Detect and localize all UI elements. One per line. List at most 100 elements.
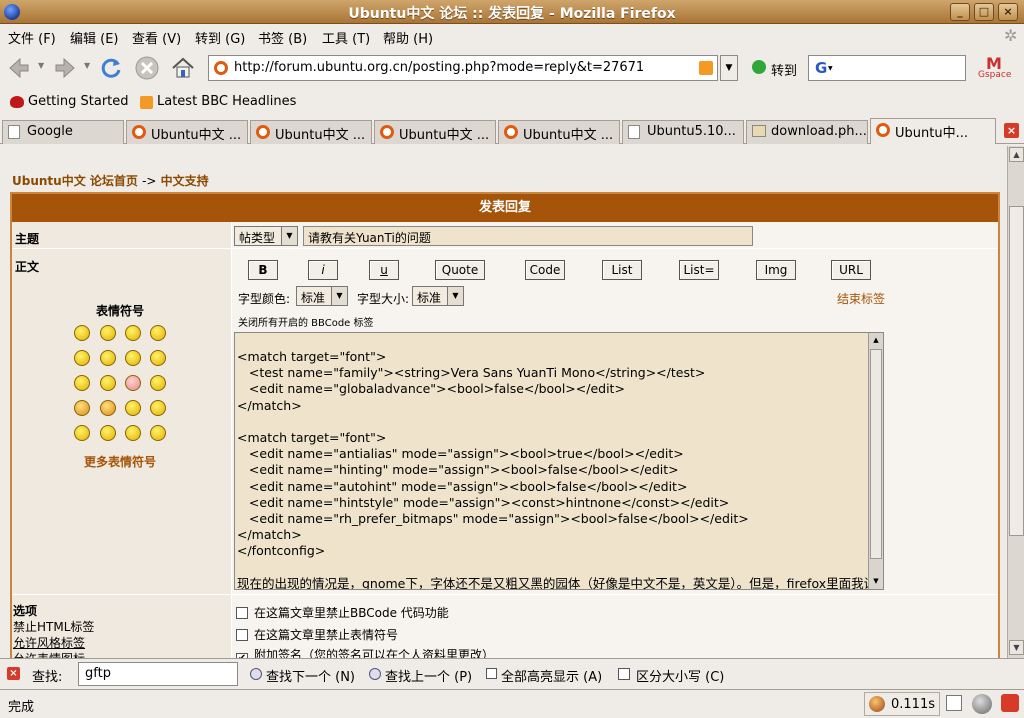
tab-ubuntu-1[interactable]: Ubuntu中文 ... [126,120,248,144]
smiley-icon[interactable] [125,400,141,416]
page-scroll-thumb[interactable] [1009,206,1024,536]
page-scrollbar[interactable]: ▲ ▼ [1007,146,1024,658]
scroll-down-icon[interactable]: ▼ [870,575,882,587]
adblock-icon[interactable] [1001,694,1019,712]
forward-dropdown-icon[interactable]: ▼ [84,61,90,70]
find-previous-button[interactable]: 查找上一个 (P) [385,666,472,685]
fasterfox-icon[interactable] [869,696,885,712]
scroll-down-icon[interactable]: ▼ [1009,640,1024,655]
smiley-icon[interactable] [100,350,116,366]
close-tags-link[interactable]: 结束标签 [837,290,885,307]
smiley-icon[interactable] [100,325,116,341]
message-textarea[interactable]: <match target="font"> <test name="family… [234,332,884,590]
smiley-icon[interactable] [150,375,166,391]
tab-google[interactable]: Google [2,120,124,144]
menu-bookmarks[interactable]: 书签 (B) [258,28,307,47]
image-button[interactable]: Img [756,260,796,280]
smiley-icon[interactable] [150,350,166,366]
smiley-icon[interactable] [74,400,90,416]
close-findbar-icon[interactable]: × [7,667,20,680]
smiley-icon[interactable] [74,350,90,366]
scroll-up-icon[interactable]: ▲ [1009,147,1024,162]
smiley-icon[interactable] [74,325,90,341]
forward-icon[interactable] [52,55,78,81]
rss-icon[interactable] [699,61,713,75]
menu-edit[interactable]: 编辑 (E) [70,28,119,47]
tab-ubuntu-2[interactable]: Ubuntu中文 ... [250,120,372,144]
engine-dropdown-icon[interactable]: ▼ [828,65,833,72]
smiley-icon[interactable] [100,400,116,416]
home-icon[interactable] [170,55,196,81]
option-disable-smilies[interactable]: 在这篇文章里禁止表情符号 [236,626,398,643]
menu-go[interactable]: 转到 (G) [195,28,245,47]
quote-button[interactable]: Quote [435,260,485,280]
maximize-button[interactable]: □ [974,3,994,21]
list-button[interactable]: List [602,260,642,280]
url-bar[interactable]: http://forum.ubuntu.org.cn/posting.php?m… [208,55,718,81]
subject-input[interactable]: 请教有关YuanTi的问题 [303,226,753,246]
font-color-select[interactable]: 标准 ▼ [296,286,348,306]
tab-ubuntu-active[interactable]: Ubuntu中... [870,118,996,144]
tab-ubuntu510[interactable]: Ubuntu5.10... [622,120,744,144]
smiley-icon[interactable] [100,375,116,391]
match-case-checkbox[interactable] [618,668,630,680]
tab-download[interactable]: download.ph... [746,120,868,144]
checkbox[interactable] [236,629,248,641]
url-history-dropdown-icon[interactable]: ▼ [720,55,738,81]
smiley-icon[interactable] [125,325,141,341]
option-attach-signature[interactable]: ✔附加签名（您的签名可以在个人资料里更改） [236,646,494,658]
smiley-icon[interactable] [74,375,90,391]
close-button[interactable]: × [998,3,1018,21]
font-size-select[interactable]: 标准 ▼ [412,286,464,306]
tab-ubuntu-3[interactable]: Ubuntu中文 ... [374,120,496,144]
post-type-select[interactable]: 帖类型 ▼ [234,226,298,246]
find-previous-icon[interactable] [369,668,381,680]
match-case-label[interactable]: 区分大小写 (C) [636,666,724,685]
menu-file[interactable]: 文件 (F) [8,28,56,47]
highlight-all-button[interactable]: 全部高亮显示 (A) [501,666,602,685]
go-button[interactable]: 转到 [771,60,797,79]
find-next-button[interactable]: 查找下一个 (N) [266,666,355,685]
back-icon[interactable] [6,55,32,81]
minimize-button[interactable]: _ [950,3,970,21]
smiley-icon[interactable] [150,425,166,441]
back-dropdown-icon[interactable]: ▼ [38,61,44,70]
checkbox[interactable] [236,607,248,619]
smiley-icon[interactable] [150,400,166,416]
url-button[interactable]: URL [831,260,871,280]
code-button[interactable]: Code [525,260,565,280]
smiley-icon[interactable] [125,425,141,441]
gspace-icon[interactable]: M Gspace [976,54,1020,82]
ordered-list-button[interactable]: List= [679,260,719,280]
bbcode-allowed-link[interactable]: 允许风格标签 [13,634,85,651]
smiley-icon[interactable] [125,350,141,366]
bookmark-bbc-headlines[interactable]: Latest BBC Headlines [157,94,296,109]
option-disable-bbcode[interactable]: 在这篇文章里禁止BBCode 代码功能 [236,604,449,621]
textarea-scroll-thumb[interactable] [870,349,882,559]
search-box[interactable]: G ▼ [808,55,966,81]
menu-help[interactable]: 帮助 (H) [383,28,433,47]
smiley-icon[interactable] [150,325,166,341]
stop-icon[interactable] [134,55,160,81]
menu-view[interactable]: 查看 (V) [132,28,181,47]
smiley-icon[interactable] [74,425,90,441]
menu-tools[interactable]: 工具 (T) [322,28,370,47]
italic-button[interactable]: i [308,260,338,280]
bookmark-getting-started[interactable]: Getting Started [28,94,129,109]
reload-icon[interactable] [98,55,124,81]
close-tab-icon[interactable]: × [1004,123,1019,138]
underline-button[interactable]: u [369,260,399,280]
go-icon[interactable] [752,60,766,74]
find-next-icon[interactable] [250,668,262,680]
scroll-up-icon[interactable]: ▲ [870,334,882,346]
google-search-icon[interactable]: G [815,59,827,77]
find-input[interactable]: gftp [78,662,238,686]
bold-button[interactable]: B [248,260,278,280]
smiley-icon[interactable] [125,375,141,391]
breadcrumb-forum-link[interactable]: 中文支持 [161,174,209,188]
highlight-icon[interactable] [486,668,497,679]
textarea-scrollbar[interactable]: ▲ ▼ [868,333,883,589]
breadcrumb-home-link[interactable]: Ubuntu中文 论坛首页 [12,174,138,188]
more-smileys-link[interactable]: 更多表情符号 [84,453,156,470]
addon-icon[interactable] [972,694,992,714]
